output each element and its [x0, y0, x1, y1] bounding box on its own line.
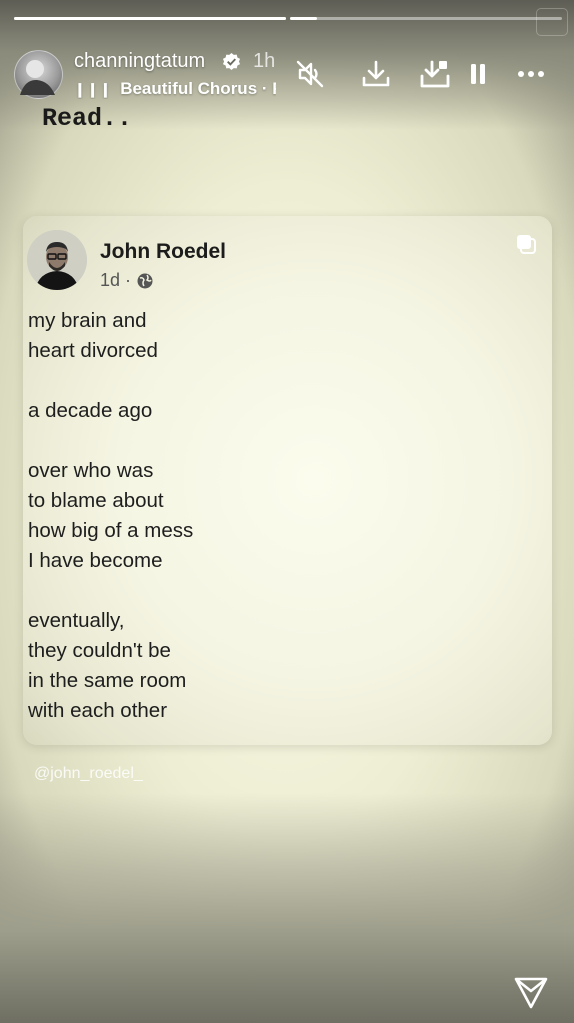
download-icon — [362, 60, 390, 87]
music-bars-icon: ❙❙❙ — [74, 81, 113, 97]
post-line: in the same room — [28, 669, 187, 692]
post-line: with each other — [28, 699, 168, 722]
download-button[interactable] — [358, 56, 394, 92]
avatar[interactable] — [14, 50, 63, 99]
copy-icon[interactable] — [514, 232, 538, 256]
pause-button[interactable] — [460, 56, 496, 92]
speaker-muted-icon — [296, 60, 324, 88]
post-line: eventually, — [28, 609, 125, 632]
post-author-name[interactable]: John Roedel — [100, 240, 226, 264]
music-track[interactable]: ❙❙❙ Beautiful Chorus · Fa — [74, 79, 276, 99]
bottom-gradient — [0, 793, 574, 1023]
post-line: over who was — [28, 459, 154, 482]
music-track-label: Beautiful Chorus · Fa — [120, 79, 276, 98]
post-line: my brain and — [28, 309, 147, 332]
save-to-button[interactable] — [417, 56, 453, 92]
post-age: 1d · — [100, 270, 132, 290]
more-options-button[interactable] — [513, 56, 549, 92]
post-line: they couldn't be — [28, 639, 171, 662]
more-dots-icon — [518, 71, 544, 77]
author-photo-icon — [27, 230, 87, 290]
post-line: to blame about — [28, 489, 164, 512]
post-line: heart divorced — [28, 339, 158, 362]
post-meta: 1d · — [100, 270, 154, 291]
mute-button[interactable] — [292, 56, 328, 92]
overlay-corner-box — [536, 8, 568, 36]
send-icon[interactable] — [512, 973, 550, 1011]
story-progress-segment-1 — [14, 17, 286, 20]
avatar-person-icon — [20, 60, 55, 95]
pause-icon — [471, 64, 485, 84]
post-line: how big of a mess — [28, 519, 194, 542]
source-handle[interactable]: @john_roedel_ — [34, 765, 143, 783]
verified-badge-icon — [222, 52, 241, 71]
post-line — [28, 366, 193, 396]
story-caption: Read.. — [42, 104, 133, 133]
story-username[interactable]: channingtatum — [74, 50, 205, 73]
story-progress-segment-2 — [290, 17, 562, 20]
post-text: my brain and heart divorced a decade ago ov… — [28, 306, 193, 726]
post-card: John Roedel 1d · my brain and heart divor… — [23, 216, 552, 745]
post-line: a decade ago — [28, 399, 153, 422]
post-line — [28, 426, 193, 456]
globe-icon — [137, 273, 153, 288]
story-time-ago: 1h — [253, 50, 276, 72]
post-line: I have become — [28, 549, 163, 572]
post-author-avatar[interactable] — [27, 230, 87, 290]
post-line — [28, 576, 193, 606]
save-to-icon — [420, 60, 450, 88]
